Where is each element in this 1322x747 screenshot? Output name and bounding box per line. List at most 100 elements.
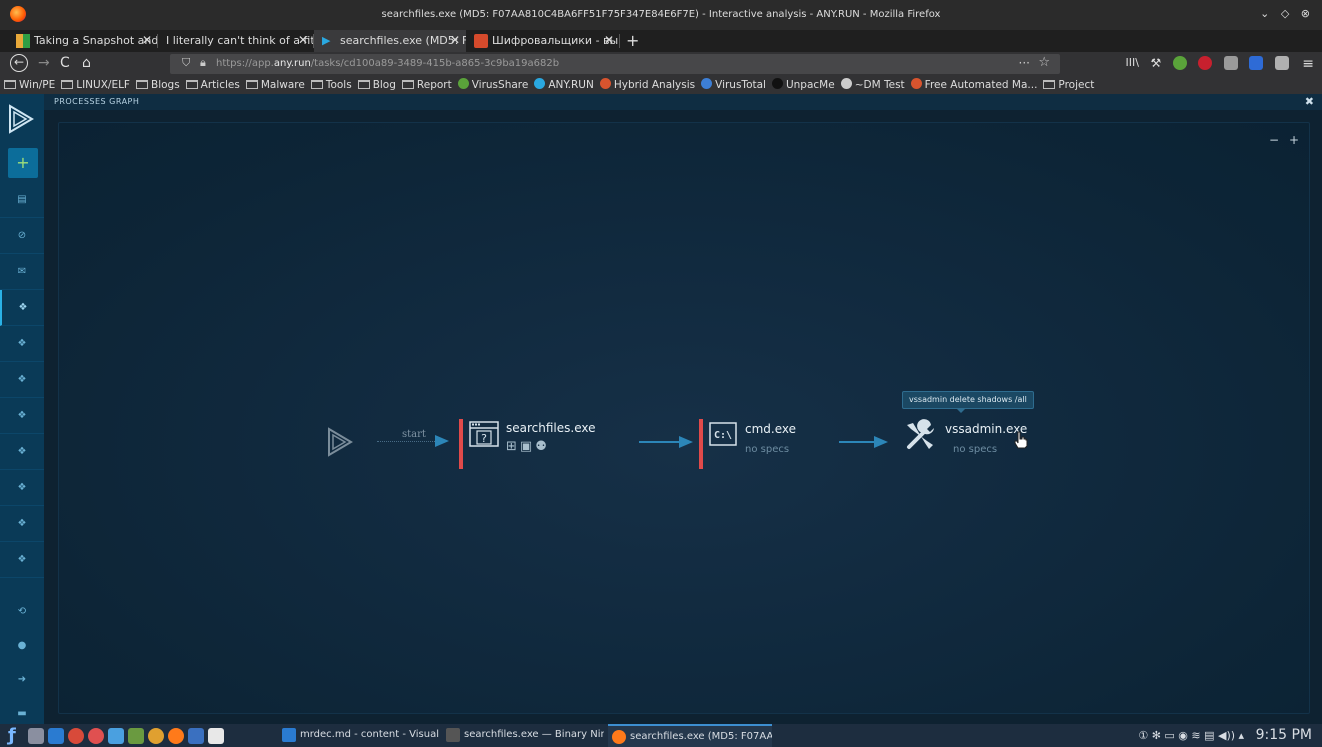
sidebar-help-icon[interactable]: ⊘ [0, 218, 44, 254]
process-node-vssadmin[interactable]: vssadmin.exe no specs [903, 419, 1043, 469]
taskbar-task-vscode[interactable]: mrdec.md - content - Visual ... [278, 724, 440, 747]
bookmark-articles[interactable]: Articles [185, 77, 240, 91]
menu-icon[interactable]: ≡ [1302, 56, 1314, 72]
extension-icon[interactable] [1223, 56, 1238, 70]
tray-icons[interactable]: ① ✻ ▭ ◉ ≋ ▤ ◀)) ▴ [1138, 729, 1244, 742]
process-specs: no specs [953, 444, 998, 455]
close-panel-button[interactable]: ✖ [1305, 95, 1314, 108]
bookmark-report[interactable]: Report [401, 77, 452, 91]
bookmark-tools[interactable]: Tools [310, 77, 352, 91]
process-edge [839, 441, 875, 443]
lock-icon[interactable]: 🔒︎ [200, 56, 206, 70]
clock[interactable]: 9:15 PM [1256, 727, 1312, 743]
bookmark-unpacme[interactable]: UnpacMe [771, 76, 835, 91]
close-icon[interactable]: ✕ [450, 33, 460, 47]
bookmark-virustotal[interactable]: VirusTotal [701, 76, 766, 91]
process-badges: ⊞▣⚉ [506, 439, 550, 454]
panel-title: PROCESSES GRAPH [54, 97, 140, 106]
bookmark-linux-elf[interactable]: LINUX/ELF [61, 77, 130, 91]
window-controls[interactable]: ⌄ ◇ ⊗ [1260, 7, 1314, 20]
tracking-shield-icon[interactable]: ⛉ [182, 56, 190, 70]
tab-favicon-icon [16, 34, 30, 48]
taskbar-task-binaryninja[interactable]: searchfiles.exe — Binary Ninja [442, 724, 604, 747]
close-icon[interactable]: ✕ [604, 33, 614, 47]
bookmark-blogs[interactable]: Blogs [135, 77, 180, 91]
close-icon[interactable]: ✕ [142, 33, 152, 47]
zoom-out-button[interactable]: − [1269, 133, 1279, 147]
library-icon[interactable]: III\ [1126, 56, 1139, 69]
bookmark-label: ~DM Test [854, 79, 905, 91]
sidebar-mail-icon[interactable]: ✉ [0, 254, 44, 290]
terminal-icon[interactable] [28, 728, 44, 744]
app-icon[interactable] [88, 728, 104, 744]
sidebar-task-item[interactable]: ❖ [0, 506, 44, 542]
sidebar-reports-icon[interactable]: ▤ [0, 182, 44, 218]
close-icon[interactable]: ✕ [298, 33, 308, 47]
folder-icon [4, 80, 16, 89]
bookmark-project[interactable]: Project [1043, 77, 1094, 91]
sidebar-task-item[interactable]: ❖ [0, 434, 44, 470]
process-specs: no specs [745, 444, 790, 455]
process-name: cmd.exe [745, 422, 797, 436]
process-node-cmd[interactable]: C:\ cmd.exe no specs [699, 419, 819, 469]
home-button[interactable]: ⌂ [82, 55, 91, 71]
bookmark-free-automated-ma[interactable]: Free Automated Ma... [910, 76, 1037, 91]
app-icon[interactable] [108, 728, 124, 744]
bookmark-virusshare[interactable]: VirusShare [457, 76, 528, 91]
process-node-searchfiles[interactable]: ? searchfiles.exe ⊞▣⚉ [459, 419, 609, 469]
forward-button[interactable]: → [38, 55, 50, 71]
sidebar-task-item[interactable]: ❖ [0, 398, 44, 434]
tab-label: searchfiles.exe (MD5: F0 [340, 34, 466, 47]
sidebar-task-item[interactable]: ❖ [0, 542, 44, 578]
logout-icon[interactable]: ➜ [0, 662, 44, 698]
tab-ransomware[interactable]: Шифровальщики - вым ✕ [466, 30, 620, 52]
app-icon[interactable] [148, 728, 164, 744]
anyrun-logo-icon[interactable] [8, 104, 34, 134]
bookmark-win-pe[interactable]: Win/PE [4, 77, 55, 91]
vscode-icon[interactable] [48, 728, 64, 744]
url-text[interactable]: https://app.any.run/tasks/cd100a89-3489-… [216, 58, 559, 69]
sidebar-task-item[interactable]: ❖ [0, 326, 44, 362]
bookmark-malware[interactable]: Malware [245, 77, 305, 91]
avatar[interactable]: ● [0, 628, 44, 664]
sidebar-task-item[interactable]: ❖ [0, 290, 44, 326]
arrow-head [679, 436, 693, 448]
reload-button[interactable]: C [60, 55, 70, 71]
zoom-in-button[interactable]: + [1289, 133, 1299, 147]
extension-icon[interactable] [1249, 56, 1264, 70]
url-bar[interactable]: ⛉ 🔒︎ https://app.any.run/tasks/cd100a89-… [170, 54, 1060, 74]
bookmark-any-run[interactable]: ANY.RUN [534, 76, 594, 91]
new-task-button[interactable]: + [8, 148, 38, 178]
bookmark-label: VirusTotal [715, 79, 766, 91]
app-icon[interactable] [68, 728, 84, 744]
sidebar-task-item[interactable]: ❖ [0, 362, 44, 398]
processes-graph[interactable]: − + start ? searchfiles.exe ⊞▣⚉ C:\ cmd.… [58, 122, 1310, 714]
extension-icon[interactable] [1274, 56, 1289, 70]
bookmark-label: Blog [372, 79, 396, 91]
back-button[interactable]: ← [10, 54, 28, 72]
bookmark-star-icon[interactable]: ☆ [1038, 55, 1050, 70]
tab-anyrun[interactable]: ▶ searchfiles.exe (MD5: F0 ✕ [314, 30, 466, 52]
tab-label: Taking a Snapshot and V [34, 34, 158, 47]
bookmark-hybrid-analysis[interactable]: Hybrid Analysis [599, 76, 695, 91]
tab-reddit[interactable]: I literally can't think of a fitt ✕ [158, 30, 314, 52]
page-actions-button[interactable]: ··· [1019, 56, 1030, 70]
binary-ninja-icon [446, 728, 460, 742]
history-icon[interactable]: ⟲ [0, 594, 44, 630]
bookmark-blog[interactable]: Blog [357, 77, 396, 91]
extension-icon[interactable] [1172, 56, 1187, 70]
app-icon[interactable] [128, 728, 144, 744]
new-tab-button[interactable]: + [626, 31, 639, 50]
app-icon[interactable] [208, 728, 224, 744]
adblock-icon[interactable] [1198, 56, 1213, 70]
firefox-icon[interactable] [168, 728, 184, 744]
fedora-icon[interactable]: ƒ [8, 725, 24, 746]
sidebar-task-item[interactable]: ❖ [0, 470, 44, 506]
anyrun-app: + ▤ ⊘ ✉ ❖ ❖ ❖ ❖ ❖ ❖ ❖ ❖ ⟲ ● ➜ ▬ PROCESSES GRAPH ✖ − +… [0, 94, 1322, 724]
bookmark--dm-test[interactable]: ~DM Test [840, 76, 905, 91]
threat-indicator [459, 419, 463, 469]
app-icon[interactable] [188, 728, 204, 744]
tools-icon[interactable]: ⚒ [1151, 56, 1162, 70]
tab-snapshot[interactable]: Taking a Snapshot and V ✕ [8, 30, 158, 52]
taskbar-task-firefox[interactable]: searchfiles.exe (MD5: F07AA... [608, 724, 772, 747]
